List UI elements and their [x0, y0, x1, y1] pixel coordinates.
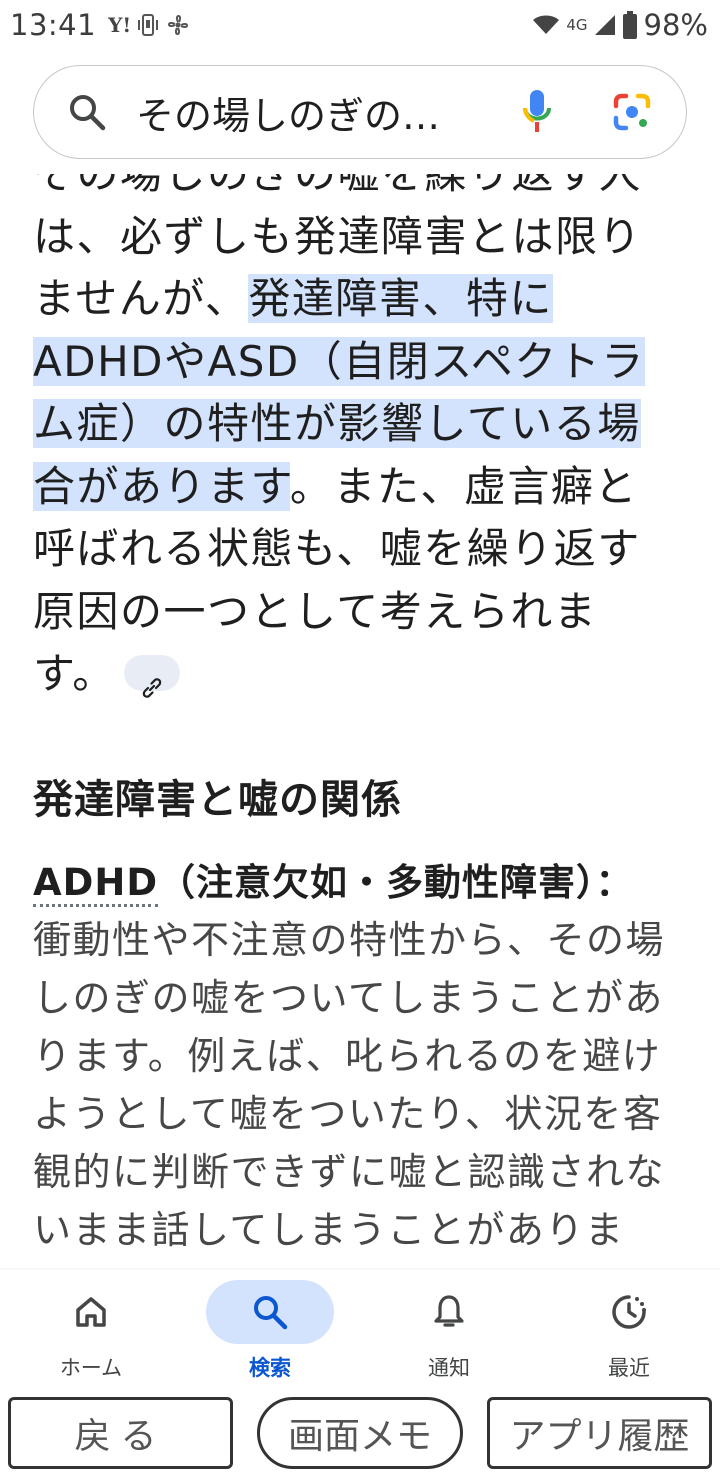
microphone-icon[interactable]: [522, 88, 552, 134]
nav-home-label: ホーム: [59, 1356, 123, 1380]
status-time: 13:41: [10, 8, 97, 42]
fan-icon: [168, 15, 189, 35]
search-bar[interactable]: その場しのぎの…: [33, 65, 687, 159]
search-icon: [254, 1296, 288, 1330]
nav-recent[interactable]: 最近: [564, 1280, 694, 1384]
term-abbreviation[interactable]: ADHD: [33, 861, 159, 907]
nav-recent-label: 最近: [608, 1356, 650, 1380]
answer-paragraph: その場しのぎの嘘を繰り返す人は、必ずしも発達障害とは限りませんが、発達障害、特に…: [33, 174, 673, 706]
nav-home[interactable]: ホーム: [26, 1280, 156, 1384]
search-query[interactable]: その場しのぎの…: [136, 85, 466, 140]
status-bar: 13:41 Y! 4G 98%: [0, 0, 720, 50]
status-notification-icons: Y!: [108, 12, 191, 38]
app-history-button[interactable]: アプリ履歴: [487, 1397, 712, 1469]
term-expansion: （注意欠如・多動性障害）：: [158, 861, 634, 904]
phone-vibrate-icon: [138, 14, 159, 36]
wifi-icon: [533, 15, 560, 34]
status-system-icons: 4G 98%: [532, 8, 708, 42]
bottom-navigation: ホーム 検索 通知 最近: [0, 1270, 720, 1392]
term-heading: ADHD（注意欠如・多動性障害）：: [33, 852, 634, 907]
bell-icon: [434, 1295, 464, 1327]
nav-search-label: 検索: [249, 1356, 291, 1380]
battery-percent: 98%: [643, 8, 708, 42]
nav-notifications[interactable]: 通知: [384, 1280, 514, 1384]
term-description: 衝動性や不注意の特性から、その場しのぎの嘘をついてしまうことがあります。例えば、…: [33, 918, 666, 1270]
system-navigation: 戻る 画面メモ アプリ履歴: [0, 1392, 720, 1480]
nav-search[interactable]: 検索: [205, 1280, 335, 1384]
recent-icon: [612, 1295, 646, 1329]
network-type: 4G: [566, 16, 588, 34]
screen-memo-button[interactable]: 画面メモ: [257, 1397, 463, 1469]
link-icon: [142, 677, 162, 698]
section-heading: 発達障害と嘘の関係: [33, 777, 402, 823]
system-back-button[interactable]: 戻る: [8, 1397, 233, 1469]
home-icon: [76, 1297, 106, 1327]
battery-icon: [622, 11, 637, 39]
source-link-chip[interactable]: [123, 654, 180, 698]
search-header: その場しのぎの…: [0, 50, 720, 174]
google-lens-icon[interactable]: [612, 92, 652, 132]
yahoo-icon: Y!: [108, 13, 132, 37]
nav-notifications-label: 通知: [428, 1356, 470, 1380]
signal-icon: [594, 15, 615, 35]
search-icon: [70, 95, 106, 131]
content-area: その場しのぎの嘘を繰り返す人は、必ずしも発達障害とは限りませんが、発達障害、特に…: [0, 174, 720, 1270]
